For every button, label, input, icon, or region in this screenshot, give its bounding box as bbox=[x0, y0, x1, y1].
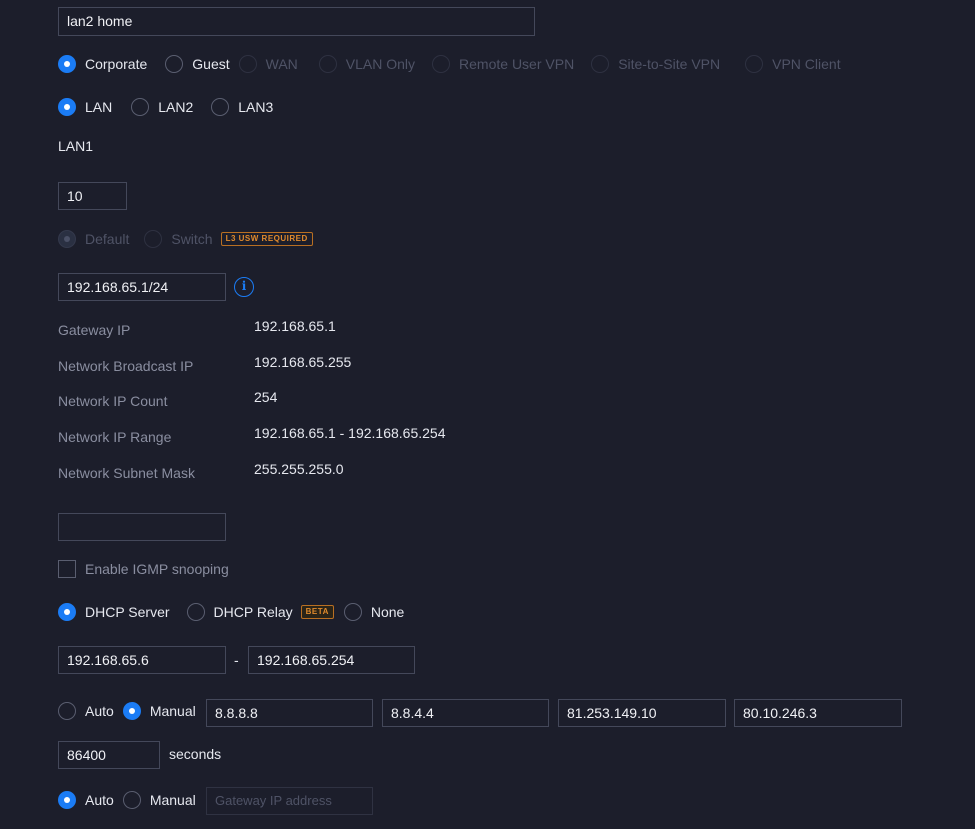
subnet-input[interactable]: 192.168.65.1/24 bbox=[58, 273, 226, 301]
purpose-corporate-option[interactable]: Corporate bbox=[58, 55, 147, 73]
igmp-checkbox-row[interactable]: Enable IGMP snooping bbox=[58, 559, 229, 579]
dhcp-none-label: None bbox=[370, 604, 405, 620]
gateway-radio-group: Auto Manual bbox=[58, 790, 196, 810]
purpose-radio-group: Corporate Guest WAN VLAN Only Remote Use… bbox=[58, 54, 841, 74]
purpose-site-to-site-vpn-option: Site-to-Site VPN bbox=[591, 55, 720, 73]
igmp-checkbox[interactable] bbox=[58, 560, 76, 578]
beta-badge: BETA bbox=[300, 605, 334, 619]
dhcp-server-option[interactable]: DHCP Server bbox=[58, 603, 170, 621]
purpose-wan-option: WAN bbox=[238, 55, 298, 73]
dns-server-1-input[interactable]: 8.8.8.8 bbox=[206, 699, 373, 727]
purpose-vpn-client-label: VPN Client bbox=[772, 56, 841, 72]
dns-radio-group: Auto Manual bbox=[58, 701, 196, 721]
gateway-auto-option[interactable]: Auto bbox=[58, 791, 114, 809]
dns-auto-option[interactable]: Auto bbox=[58, 702, 114, 720]
dhcp-range-start-input[interactable]: 192.168.65.6 bbox=[58, 646, 226, 674]
routing-switch-label: Switch bbox=[171, 231, 213, 247]
radio-icon bbox=[318, 55, 337, 73]
routing-switch-option: Switch bbox=[144, 230, 213, 248]
network-name-input[interactable]: lan2 home bbox=[58, 7, 535, 36]
interface-lan-option[interactable]: LAN bbox=[58, 98, 112, 116]
purpose-remote-user-vpn-option: Remote User VPN bbox=[432, 55, 574, 73]
gateway-ip-label: Gateway IP bbox=[58, 322, 131, 338]
interface-lan2-label: LAN2 bbox=[158, 99, 194, 115]
radio-icon bbox=[591, 55, 610, 73]
radio-icon[interactable] bbox=[58, 98, 76, 116]
radio-icon bbox=[432, 55, 451, 73]
l3-usw-required-badge: L3 USW REQUIRED bbox=[220, 232, 313, 246]
dns-server-3-input[interactable]: 81.253.149.10 bbox=[558, 699, 726, 727]
info-icon[interactable]: i bbox=[234, 277, 254, 297]
dhcp-range-stop-input[interactable]: 192.168.65.254 bbox=[248, 646, 415, 674]
dns-server-2-input[interactable]: 8.8.4.4 bbox=[382, 699, 549, 727]
purpose-corporate-label: Corporate bbox=[85, 56, 148, 72]
routing-default-label: Default bbox=[85, 231, 130, 247]
dhcp-relay-label: DHCP Relay bbox=[213, 604, 293, 620]
purpose-vpn-client-option: VPN Client bbox=[745, 55, 841, 73]
gateway-ip-input: Gateway IP address bbox=[206, 787, 373, 815]
routing-default-option: Default bbox=[58, 230, 129, 248]
dns-manual-label: Manual bbox=[149, 703, 196, 719]
gateway-auto-label: Auto bbox=[85, 792, 114, 808]
ip-count-label: Network IP Count bbox=[58, 393, 168, 409]
dhcp-relay-option[interactable]: DHCP Relay BETA bbox=[186, 603, 334, 621]
dns-manual-option[interactable]: Manual bbox=[122, 702, 196, 720]
lease-unit-label: seconds bbox=[169, 746, 222, 762]
broadcast-ip-label: Network Broadcast IP bbox=[58, 358, 194, 374]
radio-icon bbox=[58, 230, 76, 248]
interface-lan-label: LAN bbox=[85, 99, 113, 115]
range-separator: - bbox=[234, 652, 239, 668]
purpose-guest-option[interactable]: Guest bbox=[165, 55, 230, 73]
radio-icon[interactable] bbox=[186, 603, 205, 621]
igmp-label: Enable IGMP snooping bbox=[85, 561, 229, 577]
lease-time-input[interactable]: 86400 bbox=[58, 741, 160, 769]
interface-radio-group: LAN LAN2 LAN3 bbox=[58, 97, 273, 117]
ip-range-label: Network IP Range bbox=[58, 429, 172, 445]
radio-icon bbox=[238, 55, 257, 73]
dhcp-none-option[interactable]: None bbox=[343, 603, 405, 621]
gateway-ip-value: 192.168.65.1 bbox=[254, 318, 336, 334]
domain-name-input[interactable] bbox=[58, 513, 226, 541]
routing-radio-group: Default Switch L3 USW REQUIRED bbox=[58, 229, 313, 249]
radio-icon[interactable] bbox=[58, 603, 76, 621]
radio-icon bbox=[745, 55, 764, 73]
radio-icon[interactable] bbox=[122, 791, 141, 809]
radio-icon[interactable] bbox=[165, 55, 184, 73]
purpose-wan-label: WAN bbox=[265, 56, 298, 72]
radio-icon[interactable] bbox=[58, 791, 76, 809]
interface-lan2-option[interactable]: LAN2 bbox=[131, 98, 193, 116]
radio-icon[interactable] bbox=[211, 98, 230, 116]
subnet-mask-value: 255.255.255.0 bbox=[254, 461, 344, 477]
dhcp-mode-radio-group: DHCP Server DHCP Relay BETA None bbox=[58, 602, 404, 622]
broadcast-ip-value: 192.168.65.255 bbox=[254, 354, 352, 370]
purpose-remote-user-vpn-label: Remote User VPN bbox=[459, 56, 575, 72]
dns-server-4-input[interactable]: 80.10.246.3 bbox=[734, 699, 902, 727]
radio-icon bbox=[144, 230, 163, 248]
dns-auto-label: Auto bbox=[85, 703, 114, 719]
purpose-vlan-only-label: VLAN Only bbox=[345, 56, 416, 72]
radio-icon[interactable] bbox=[343, 603, 362, 621]
radio-icon[interactable] bbox=[58, 702, 76, 720]
radio-icon[interactable] bbox=[58, 55, 76, 73]
dhcp-server-label: DHCP Server bbox=[85, 604, 170, 620]
subnet-mask-label: Network Subnet Mask bbox=[58, 465, 195, 481]
purpose-vlan-only-option: VLAN Only bbox=[318, 55, 416, 73]
radio-icon[interactable] bbox=[122, 702, 141, 720]
radio-icon[interactable] bbox=[131, 98, 150, 116]
interface-lan3-label: LAN3 bbox=[238, 99, 274, 115]
port-label: LAN1 bbox=[58, 138, 94, 154]
ip-count-value: 254 bbox=[254, 389, 278, 405]
vlan-input[interactable]: 10 bbox=[58, 182, 127, 210]
gateway-manual-option[interactable]: Manual bbox=[122, 791, 196, 809]
interface-lan3-option[interactable]: LAN3 bbox=[211, 98, 273, 116]
gateway-manual-label: Manual bbox=[149, 792, 196, 808]
ip-range-value: 192.168.65.1 - 192.168.65.254 bbox=[254, 425, 446, 441]
purpose-guest-label: Guest bbox=[192, 56, 230, 72]
purpose-site-to-site-vpn-label: Site-to-Site VPN bbox=[618, 56, 721, 72]
